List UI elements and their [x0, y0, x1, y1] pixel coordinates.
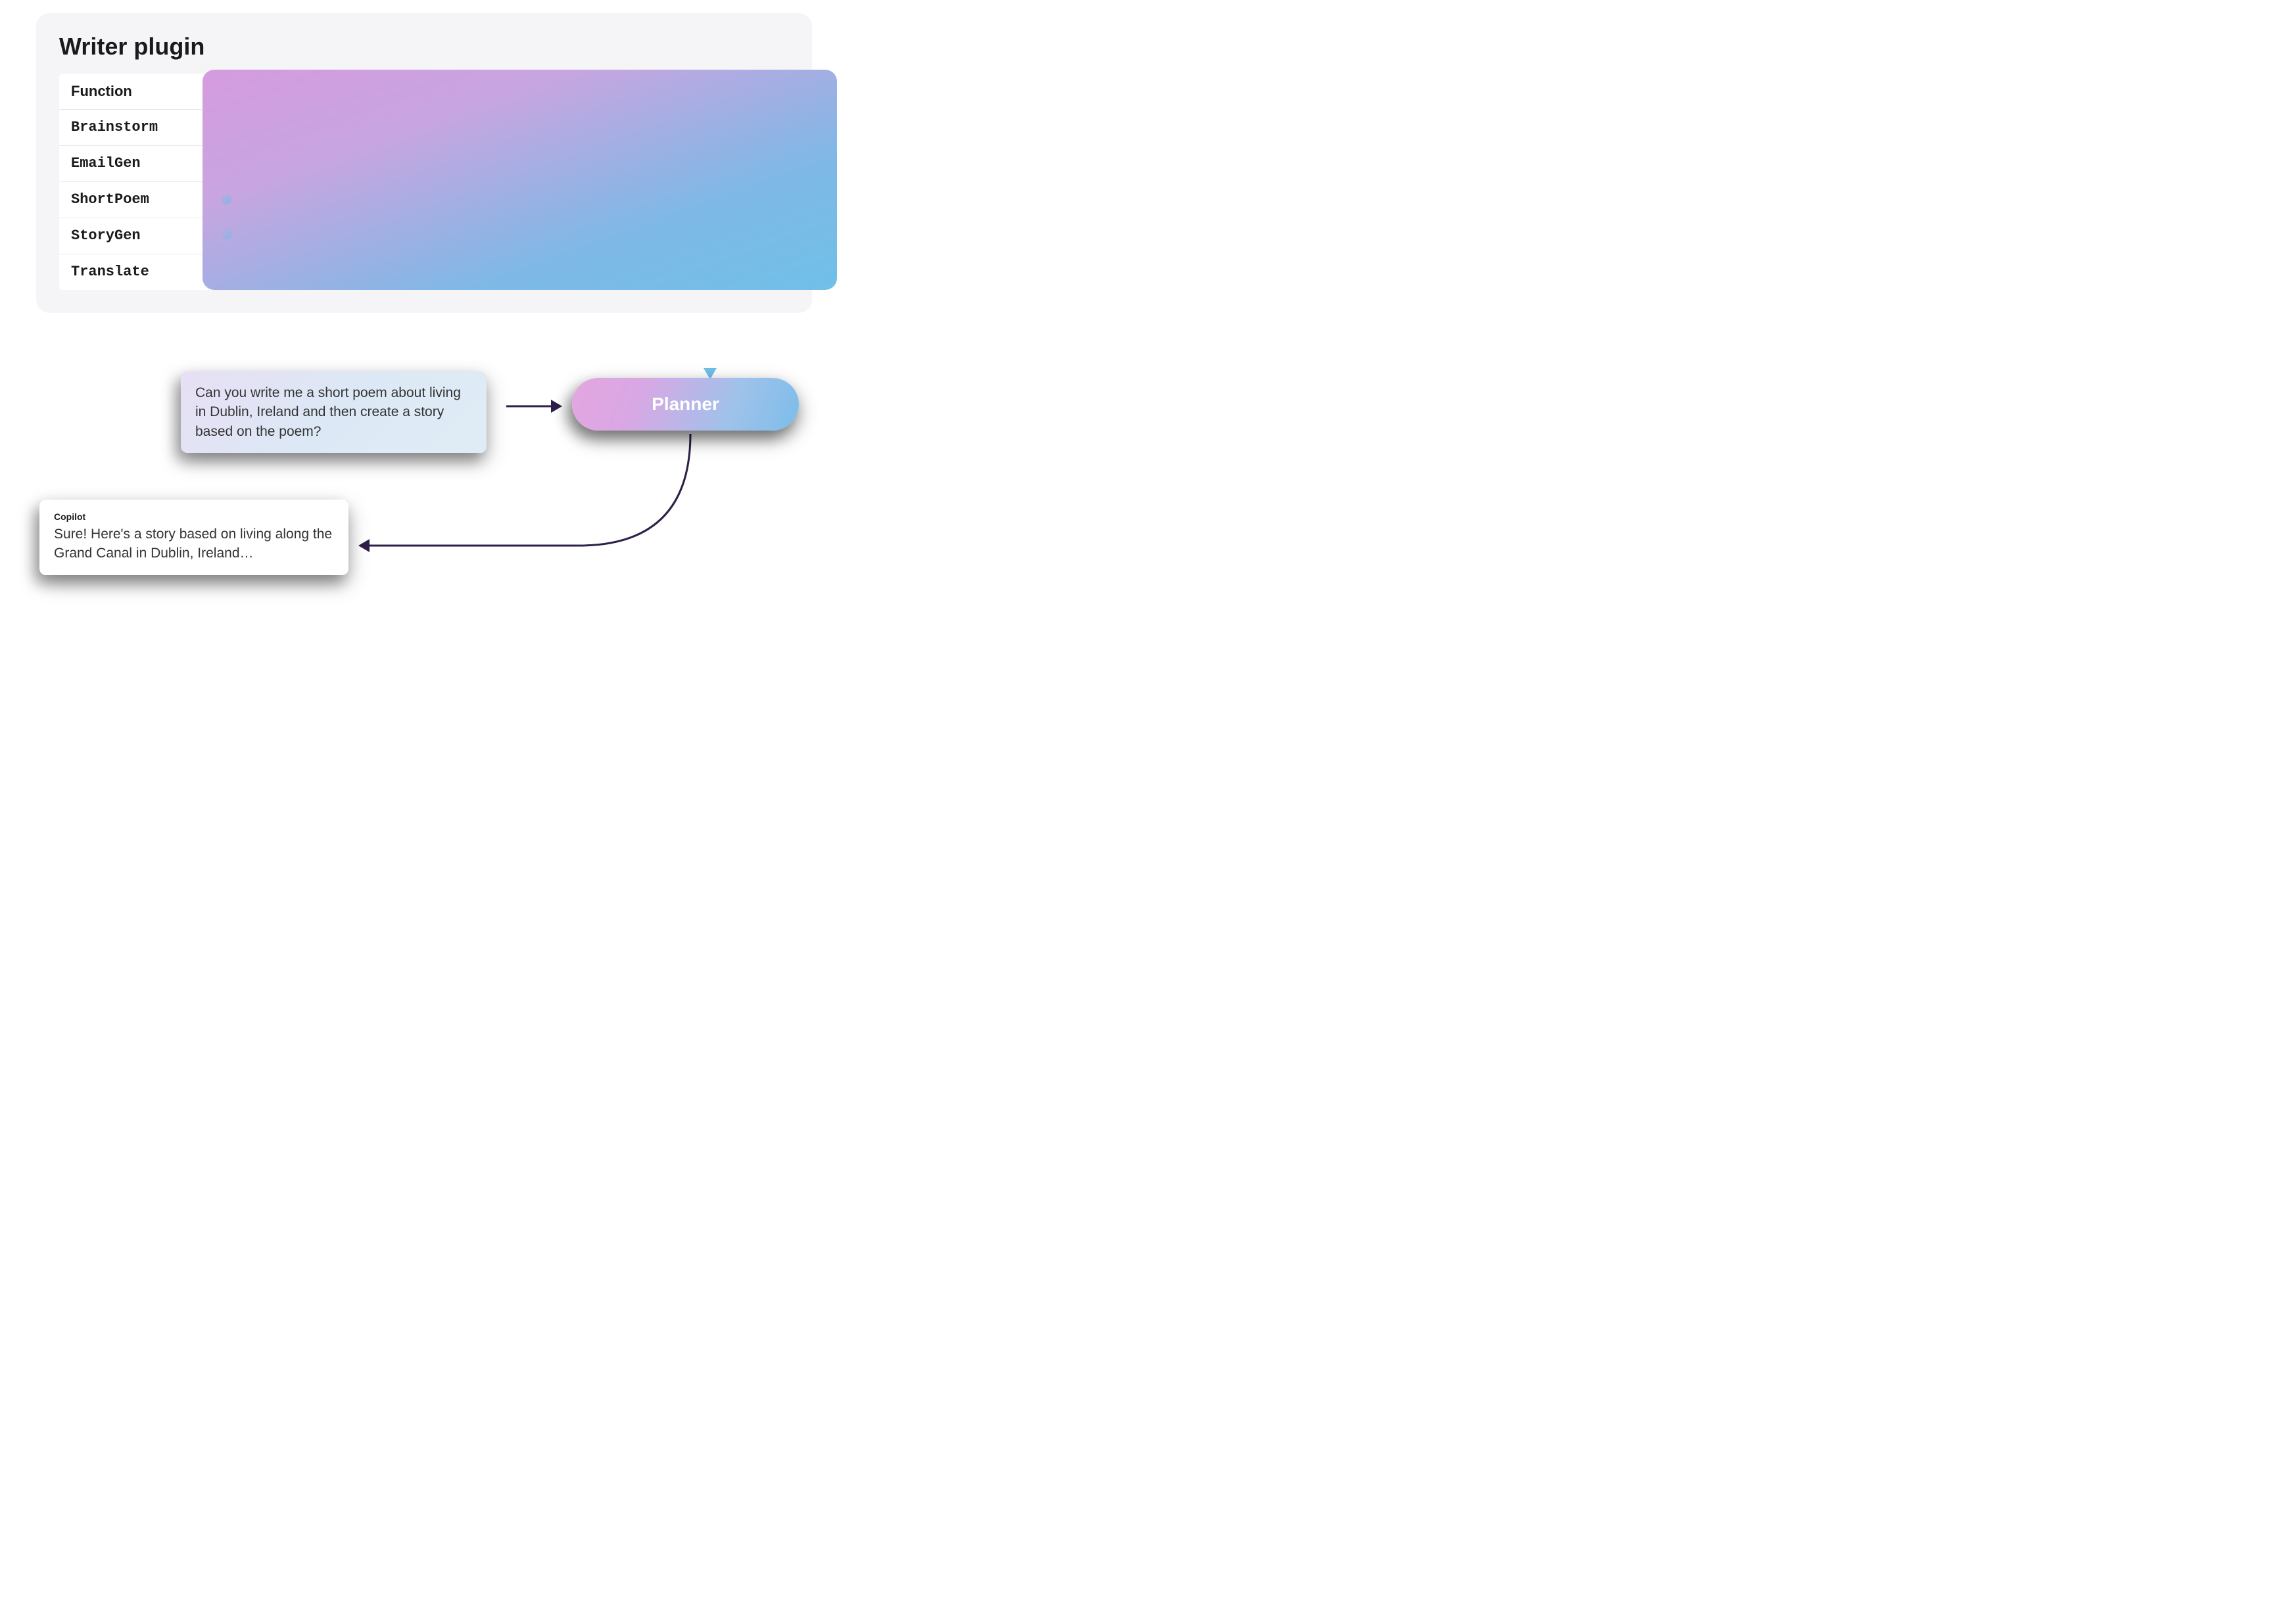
table-header-row: Function Description for model — [59, 74, 789, 110]
user-prompt-box: Can you write me a short poem about livi… — [181, 371, 487, 453]
function-name: StoryGen — [71, 227, 206, 245]
function-desc: Write an email from the given bullet poi… — [206, 155, 777, 172]
arrow-down-icon — [697, 297, 723, 383]
connector-dot-icon — [221, 229, 231, 239]
function-desc: Translate the input into a language of y… — [206, 264, 777, 281]
arrow-right-icon — [506, 393, 565, 419]
function-desc: Generate a list of synopsis for a novel … — [206, 227, 777, 245]
function-name: Brainstorm — [71, 119, 206, 136]
response-label: Copilot — [54, 511, 334, 522]
plugin-table: Function Description for model Brainstor… — [59, 74, 789, 290]
table-row: ShortPoem Turn a scenario into a short a… — [59, 182, 789, 218]
table-row: StoryGen Generate a list of synopsis for… — [59, 218, 789, 254]
planner-node: Planner — [572, 378, 799, 431]
writer-plugin-card: Writer plugin Function Description for m… — [36, 13, 812, 313]
function-desc: Given a goal or topic description genera… — [206, 119, 777, 136]
table-row: Translate Translate the input into a lan… — [59, 254, 789, 290]
function-name: EmailGen — [71, 155, 206, 172]
function-name: Translate — [71, 264, 206, 281]
function-name: ShortPoem — [71, 191, 206, 208]
header-function: Function — [71, 83, 206, 100]
header-description: Description for model — [206, 83, 777, 100]
copilot-response-box: Copilot Sure! Here's a story based on li… — [39, 500, 348, 575]
connector-dot-icon — [221, 194, 231, 204]
table-row: Brainstorm Given a goal or topic descrip… — [59, 110, 789, 146]
response-text: Sure! Here's a story based on living alo… — [54, 525, 334, 563]
prompt-text: Can you write me a short poem about livi… — [195, 385, 461, 439]
planner-label: Planner — [652, 394, 719, 415]
plugin-title: Writer plugin — [59, 33, 789, 60]
function-desc: Turn a scenario into a short and enterta… — [206, 191, 777, 208]
table-row: EmailGen Write an email from the given b… — [59, 146, 789, 182]
